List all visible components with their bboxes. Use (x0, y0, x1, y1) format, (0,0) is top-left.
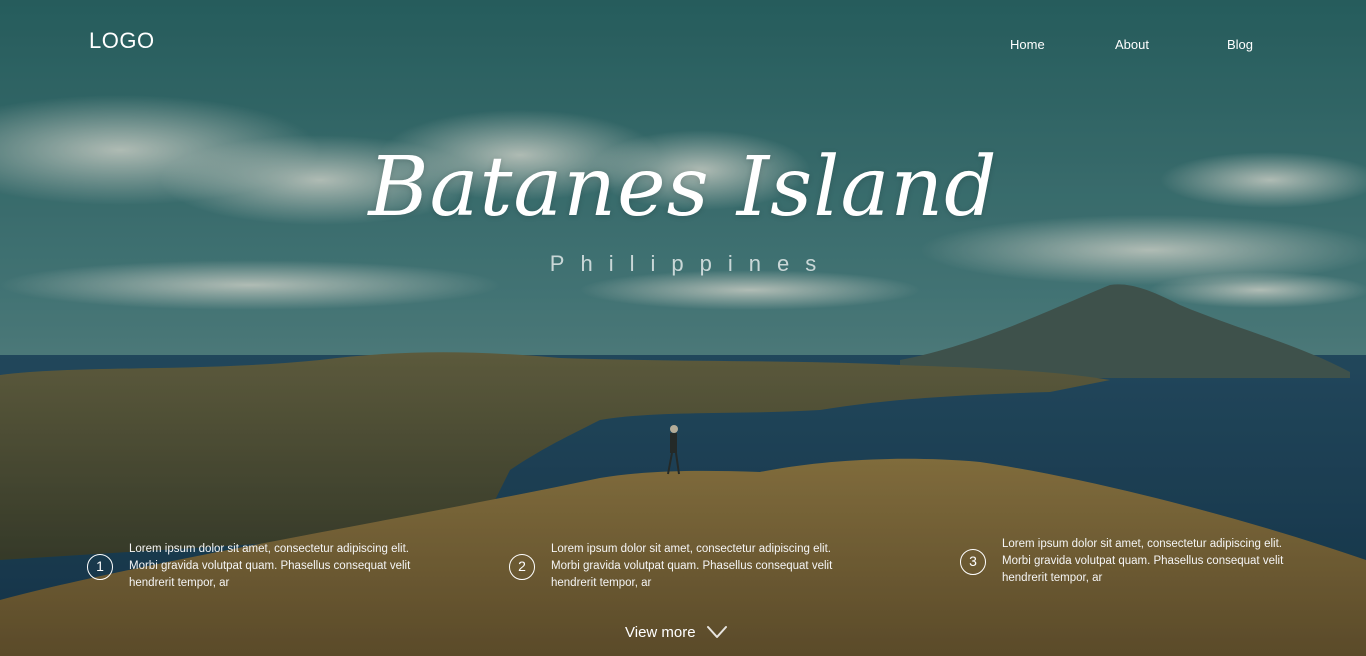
view-more-button[interactable]: View more (625, 620, 728, 644)
feature-description: Lorem ipsum dolor sit amet, consectetur … (1002, 538, 1284, 584)
feature-number-badge: 2 (509, 554, 535, 580)
view-more-label: View more (625, 623, 696, 641)
feature-item-2: 2 Lorem ipsum dolor sit amet, consectetu… (509, 541, 839, 601)
feature-description: Lorem ipsum dolor sit amet, consectetur … (551, 543, 833, 589)
hero-section: LOGO Home About Blog Batanes Island Phil… (0, 0, 1366, 656)
feature-item-3: 3 Lorem ipsum dolor sit amet, consectetu… (960, 536, 1290, 596)
hero-title: Batanes Island (368, 140, 998, 235)
feature-number-badge: 1 (87, 554, 113, 580)
feature-number-badge: 3 (960, 549, 986, 575)
hero-subtitle: Philippines (549, 251, 833, 276)
main-nav: Home About Blog (0, 37, 1366, 57)
nav-item-blog[interactable]: Blog (1227, 37, 1253, 52)
nav-item-about[interactable]: About (1115, 37, 1149, 52)
chevron-down-icon (706, 626, 727, 638)
nav-item-home[interactable]: Home (1010, 37, 1045, 52)
feature-description: Lorem ipsum dolor sit amet, consectetur … (129, 543, 411, 589)
feature-item-1: 1 Lorem ipsum dolor sit amet, consectetu… (87, 541, 417, 601)
